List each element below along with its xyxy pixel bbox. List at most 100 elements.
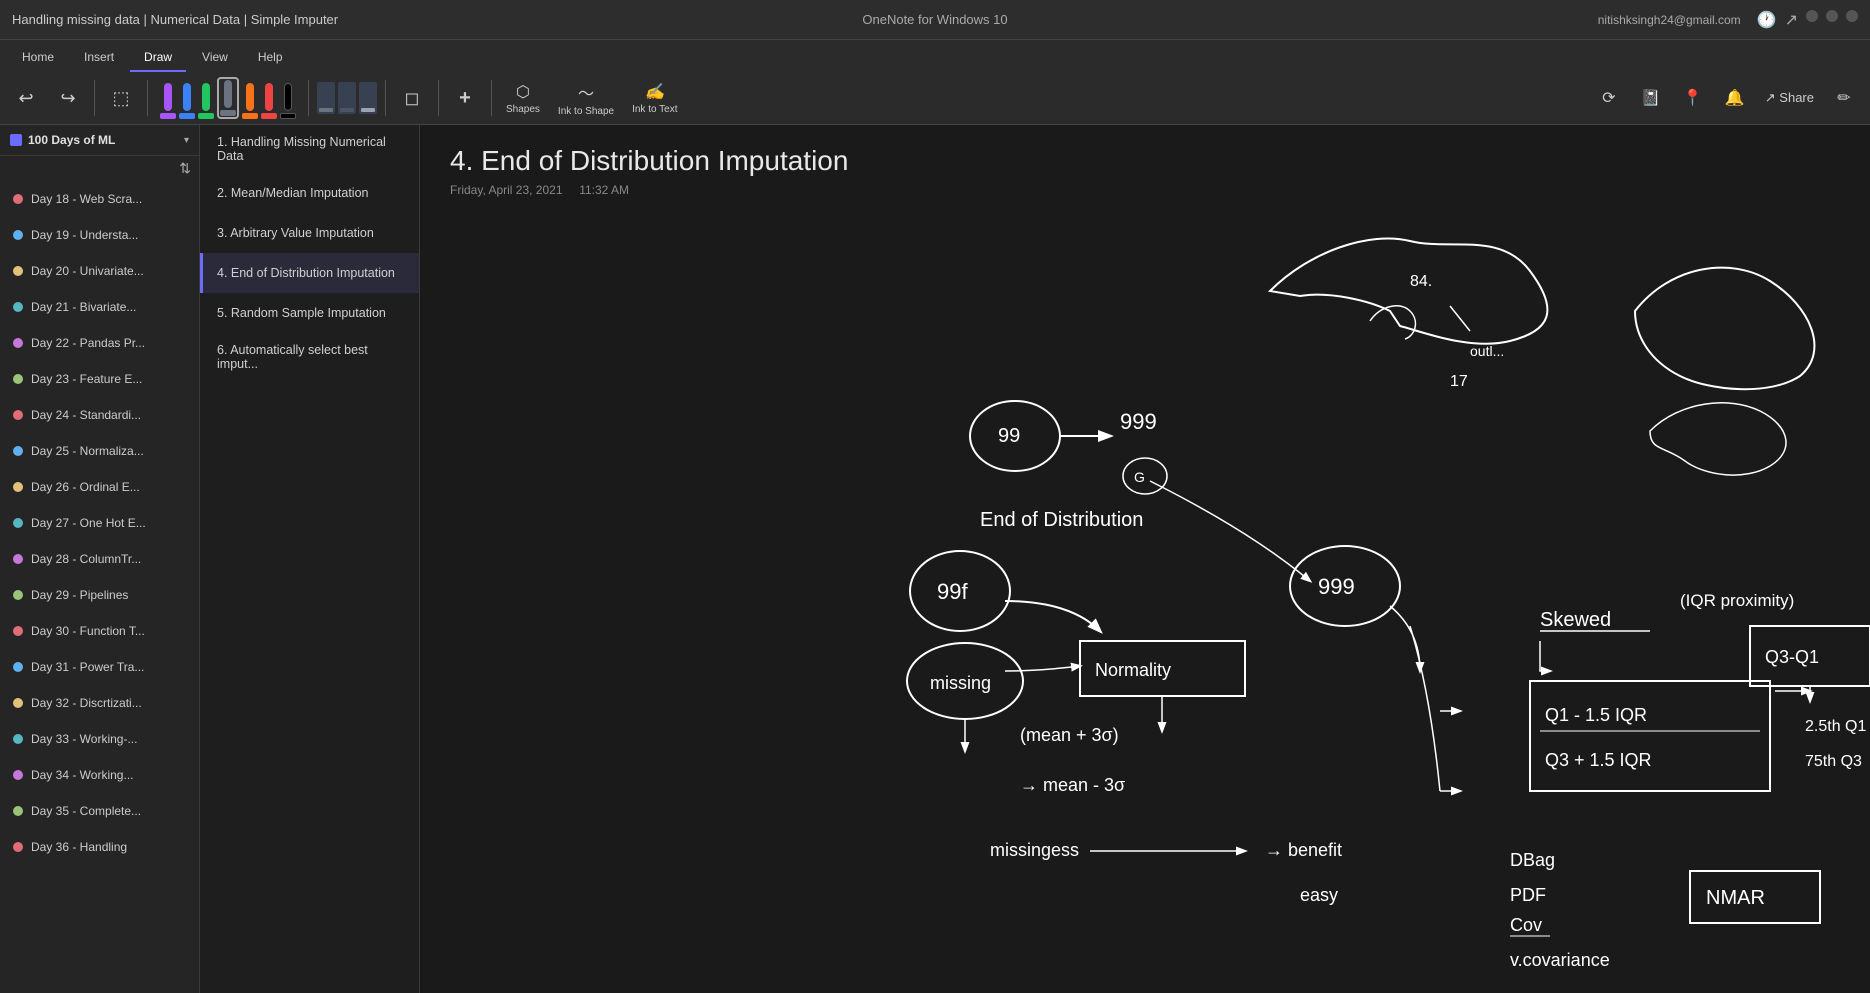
- sidebar-label-6: Day 24 - Standardi...: [31, 408, 141, 422]
- pen-orange[interactable]: [242, 83, 258, 119]
- shapes-button[interactable]: ⬡ Shapes: [500, 76, 546, 120]
- time-text: 11:32 AM: [579, 183, 629, 197]
- main-layout: 100 Days of ML ▾ ⇅ Day 18 - Web Scra... …: [0, 125, 1870, 993]
- sidebar-item-18[interactable]: Day 36 - Handling: [0, 829, 199, 865]
- highlighter-gray[interactable]: [317, 82, 335, 114]
- drawing-canvas[interactable]: 84. outl... 17 99 999 G End of: [450, 211, 1870, 993]
- sub-item-label-3: 4. End of Distribution Imputation: [217, 266, 395, 280]
- pen-selected[interactable]: [217, 77, 239, 119]
- app-title: Handling missing data | Numerical Data |…: [12, 12, 338, 27]
- sidebar-dot-15: [13, 734, 23, 744]
- tab-insert[interactable]: Insert: [70, 44, 128, 72]
- close-btn[interactable]: [1846, 10, 1858, 22]
- sidebar-label-10: Day 28 - ColumnTr...: [31, 552, 141, 566]
- svg-text:(IQR proximity): (IQR proximity): [1680, 591, 1794, 610]
- toolbar-sync-icon[interactable]: ⟳: [1591, 76, 1627, 120]
- pen-green[interactable]: [198, 83, 214, 119]
- pen-red[interactable]: [261, 83, 277, 119]
- sidebar-item-17[interactable]: Day 35 - Complete...: [0, 793, 199, 829]
- sidebar-item-12[interactable]: Day 30 - Function T...: [0, 613, 199, 649]
- tab-view[interactable]: View: [188, 44, 242, 72]
- sub-item-0[interactable]: 1. Handling Missing Numerical Data: [200, 125, 419, 173]
- toolbar-pin-icon[interactable]: 📍: [1675, 76, 1711, 120]
- svg-text:Q3 + 1.5 IQR: Q3 + 1.5 IQR: [1545, 750, 1652, 770]
- lasso-button[interactable]: ⬚: [103, 76, 139, 120]
- toolbar-notebook-icon[interactable]: 📓: [1633, 76, 1669, 120]
- sidebar-item-13[interactable]: Day 31 - Power Tra...: [0, 649, 199, 685]
- clock-icon[interactable]: 🕐: [1757, 10, 1777, 30]
- sidebar-item-2[interactable]: Day 20 - Univariate...: [0, 253, 199, 289]
- svg-text:(mean + 3σ): (mean + 3σ): [1020, 725, 1119, 745]
- maximize-btn[interactable]: [1826, 10, 1838, 22]
- svg-text:84.: 84.: [1410, 273, 1432, 290]
- pen-black[interactable]: [280, 83, 296, 119]
- svg-text:Skewed: Skewed: [1540, 609, 1611, 631]
- svg-text:999: 999: [1120, 409, 1157, 434]
- sidebar-item-11[interactable]: Day 29 - Pipelines: [0, 577, 199, 613]
- redo-button[interactable]: ↪: [50, 76, 86, 120]
- shapes-icon: ⬡: [516, 82, 530, 102]
- toolbar-bell-icon[interactable]: 🔔: [1717, 76, 1753, 120]
- canvas-header: 4. End of Distribution Imputation Friday…: [420, 125, 1870, 201]
- sidebar-item-5[interactable]: Day 23 - Feature E...: [0, 361, 199, 397]
- sidebar-dot-9: [13, 518, 23, 528]
- win-controls: 🕐 ↗: [1757, 10, 1858, 30]
- highlighter-light[interactable]: [359, 82, 377, 114]
- sort-icon[interactable]: ⇅: [179, 160, 191, 177]
- sidebar-sort-area: ⇅: [0, 156, 199, 181]
- sub-item-5[interactable]: 6. Automatically select best imput...: [200, 333, 419, 381]
- svg-text:→ benefit: → benefit: [1265, 840, 1342, 860]
- pen-blue[interactable]: [179, 83, 195, 119]
- eraser-icon: ◻: [405, 88, 420, 109]
- sidebar-item-7[interactable]: Day 25 - Normaliza...: [0, 433, 199, 469]
- share-icon[interactable]: ↗: [1785, 10, 1798, 30]
- sidebar-dot-18: [13, 842, 23, 852]
- sidebar-item-9[interactable]: Day 27 - One Hot E...: [0, 505, 199, 541]
- ink-to-shape-button[interactable]: 〜 Ink to Shape: [552, 76, 620, 120]
- pen-purple[interactable]: [160, 83, 176, 119]
- ink-to-text-button[interactable]: ✍ Ink to Text: [626, 76, 683, 120]
- tab-home[interactable]: Home: [8, 44, 68, 72]
- sidebar-label-9: Day 27 - One Hot E...: [31, 516, 146, 530]
- add-button[interactable]: +: [447, 76, 483, 120]
- sub-item-label-5: 6. Automatically select best imput...: [217, 343, 405, 371]
- undo-button[interactable]: ↩: [8, 76, 44, 120]
- sidebar-item-10[interactable]: Day 28 - ColumnTr...: [0, 541, 199, 577]
- pen-mode-icon[interactable]: ✏: [1826, 76, 1862, 120]
- sub-item-1[interactable]: 2. Mean/Median Imputation: [200, 173, 419, 213]
- sub-item-4[interactable]: 5. Random Sample Imputation: [200, 293, 419, 333]
- sidebar-item-1[interactable]: Day 19 - Understa...: [0, 217, 199, 253]
- sub-items: 1. Handling Missing Numerical Data2. Mea…: [200, 125, 419, 381]
- sidebar-dot-5: [13, 374, 23, 384]
- sidebar-item-0[interactable]: Day 18 - Web Scra...: [0, 181, 199, 217]
- sidebar-dot-3: [13, 302, 23, 312]
- highlighter-dark[interactable]: [338, 82, 356, 114]
- eraser-button[interactable]: ◻: [394, 76, 430, 120]
- svg-text:missing: missing: [930, 673, 991, 693]
- pen-group: [156, 77, 300, 119]
- svg-text:Q1 - 1.5 IQR: Q1 - 1.5 IQR: [1545, 705, 1647, 725]
- sidebar-item-3[interactable]: Day 21 - Bivariate...: [0, 289, 199, 325]
- sidebar-dot-13: [13, 662, 23, 672]
- share-button[interactable]: ↗ Share: [1759, 76, 1820, 120]
- sidebar-item-4[interactable]: Day 22 - Pandas Pr...: [0, 325, 199, 361]
- sidebar-item-6[interactable]: Day 24 - Standardi...: [0, 397, 199, 433]
- sub-item-3[interactable]: 4. End of Distribution Imputation: [200, 253, 419, 293]
- canvas-date: Friday, April 23, 2021 11:32 AM: [450, 183, 1840, 197]
- sidebar-item-14[interactable]: Day 32 - Discrtizati...: [0, 685, 199, 721]
- notebook-header[interactable]: 100 Days of ML ▾: [0, 125, 199, 156]
- redo-icon: ↪: [60, 88, 75, 109]
- tab-draw[interactable]: Draw: [130, 44, 186, 72]
- sub-item-2[interactable]: 3. Arbitrary Value Imputation: [200, 213, 419, 253]
- plus-icon: +: [459, 87, 471, 110]
- sidebar-label-3: Day 21 - Bivariate...: [31, 300, 136, 314]
- minimize-btn[interactable]: [1806, 10, 1818, 22]
- sidebar-item-16[interactable]: Day 34 - Working...: [0, 757, 199, 793]
- canvas-content: 84. outl... 17 99 999 G End of: [450, 211, 1870, 993]
- sidebar-item-8[interactable]: Day 26 - Ordinal E...: [0, 469, 199, 505]
- sidebar-item-15[interactable]: Day 33 - Working-...: [0, 721, 199, 757]
- tab-help[interactable]: Help: [244, 44, 297, 72]
- svg-text:→ mean - 3σ: → mean - 3σ: [1020, 775, 1125, 795]
- ribbon-tabs: Home Insert Draw View Help: [0, 40, 1870, 72]
- sub-panel: 1. Handling Missing Numerical Data2. Mea…: [200, 125, 420, 993]
